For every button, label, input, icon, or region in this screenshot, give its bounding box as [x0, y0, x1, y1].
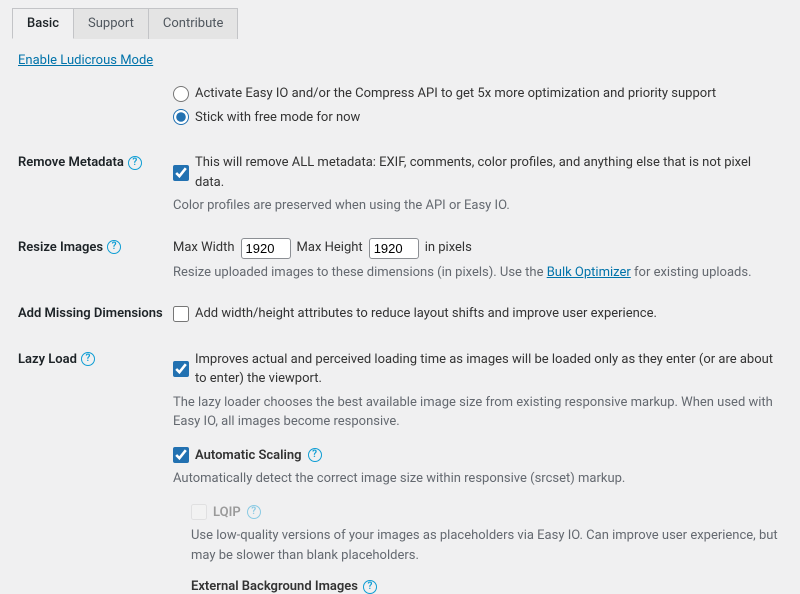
add-dimensions-text: Add width/height attributes to reduce la…: [195, 304, 657, 324]
lazy-load-desc: The lazy loader chooses the best availab…: [173, 393, 782, 432]
remove-metadata-checkbox[interactable]: [173, 165, 189, 181]
lazy-load-row: Lazy Load ? Improves actual and perceive…: [18, 350, 782, 594]
remove-metadata-text: This will remove ALL metadata: EXIF, com…: [195, 153, 782, 192]
max-height-label: Max Height: [297, 238, 363, 258]
auto-scaling-desc: Automatically detect the correct image s…: [173, 469, 782, 489]
tab-basic[interactable]: Basic: [12, 8, 74, 39]
settings-tabs: Basic Support Contribute: [12, 8, 800, 39]
help-icon[interactable]: ?: [81, 352, 95, 366]
lqip-label: LQIP: [213, 503, 241, 523]
activate-easyio-radio[interactable]: [173, 86, 189, 102]
auto-scaling-label: Automatic Scaling: [195, 446, 302, 466]
resize-unit: in pixels: [425, 238, 472, 258]
lazy-load-label: Lazy Load: [18, 352, 77, 367]
add-dimensions-label: Add Missing Dimensions: [18, 306, 163, 321]
free-mode-label: Stick with free mode for now: [195, 108, 360, 128]
mode-select-row: Activate Easy IO and/or the Compress API…: [18, 84, 782, 131]
max-width-input[interactable]: [241, 238, 291, 259]
lazy-load-text: Improves actual and perceived loading ti…: [195, 350, 782, 389]
add-dimensions-checkbox[interactable]: [173, 306, 189, 322]
auto-scaling-checkbox[interactable]: [173, 447, 189, 463]
max-height-input[interactable]: [369, 238, 419, 259]
enable-ludicrous-link[interactable]: Enable Ludicrous Mode: [18, 53, 153, 68]
free-mode-radio[interactable]: [173, 109, 189, 125]
activate-easyio-label: Activate Easy IO and/or the Compress API…: [195, 84, 716, 104]
help-icon[interactable]: ?: [107, 240, 121, 254]
lqip-checkbox: [191, 504, 207, 520]
help-icon[interactable]: ?: [128, 156, 142, 170]
tab-support[interactable]: Support: [74, 8, 149, 39]
lazy-load-checkbox[interactable]: [173, 361, 189, 377]
resize-desc: Resize uploaded images to these dimensio…: [173, 263, 782, 283]
help-icon[interactable]: ?: [308, 448, 322, 462]
resize-images-label: Resize Images: [18, 240, 103, 255]
lqip-desc: Use low-quality versions of your images …: [191, 526, 782, 565]
remove-metadata-row: Remove Metadata ? This will remove ALL m…: [18, 153, 782, 216]
tab-contribute[interactable]: Contribute: [149, 8, 239, 39]
ludicrous-mode-row: Enable Ludicrous Mode: [18, 53, 800, 68]
settings-form: Activate Easy IO and/or the Compress API…: [0, 84, 800, 594]
remove-metadata-label: Remove Metadata: [18, 155, 124, 170]
add-dimensions-row: Add Missing Dimensions Add width/height …: [18, 304, 782, 328]
max-width-label: Max Width: [173, 238, 235, 258]
help-icon[interactable]: ?: [363, 580, 377, 594]
remove-metadata-desc: Color profiles are preserved when using …: [173, 196, 782, 216]
external-bg-label: External Background Images: [191, 579, 358, 594]
bulk-optimizer-link[interactable]: Bulk Optimizer: [547, 265, 631, 280]
help-icon[interactable]: ?: [247, 505, 261, 519]
resize-images-row: Resize Images ? Max Width Max Height in …: [18, 238, 782, 283]
